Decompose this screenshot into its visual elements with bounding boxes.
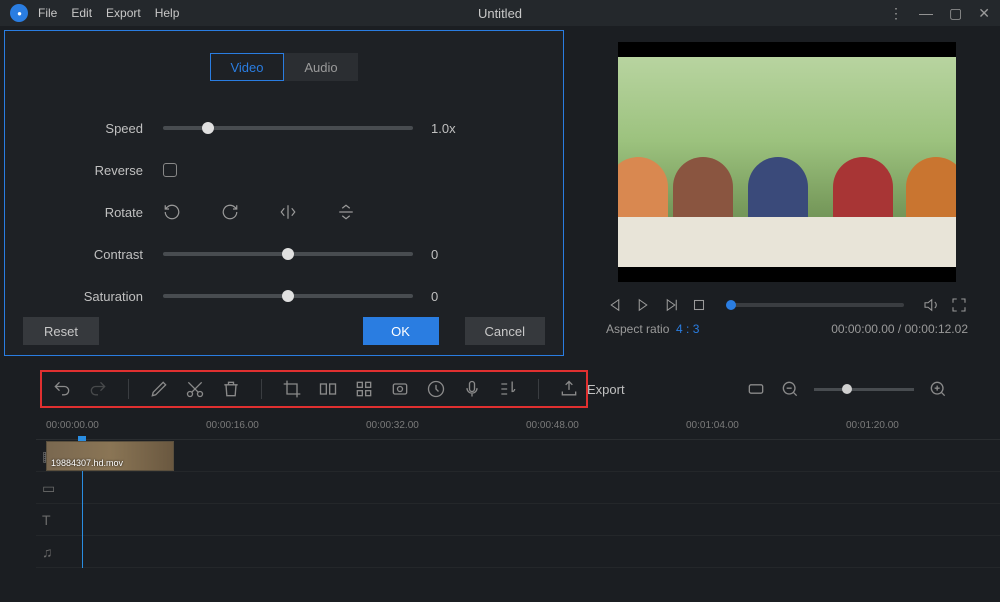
ruler-mark: 00:01:04.00 [686,420,739,431]
timeline-ruler[interactable]: 00:00:00.00 00:00:16.00 00:00:32.00 00:0… [36,418,1000,440]
aspect-ratio-value[interactable]: 4 : 3 [676,322,699,336]
edit-dialog: Video Audio Speed 1.0x Reverse Rotate [4,30,564,356]
audio-track[interactable] [36,536,1000,568]
menu-help[interactable]: Help [155,6,180,20]
export-icon [559,379,579,399]
fullscreen-icon[interactable] [950,296,968,314]
speed-label: Speed [5,121,163,136]
undo-icon[interactable] [52,379,72,399]
ok-button[interactable]: OK [363,317,439,345]
menu-file[interactable]: File [38,6,57,20]
tab-audio[interactable]: Audio [284,53,358,81]
tab-video[interactable]: Video [210,53,284,81]
audio-track-icon[interactable]: ♫ [42,544,68,560]
reverse-checkbox[interactable] [163,163,177,177]
speed-slider[interactable] [163,126,413,130]
contrast-label: Contrast [5,247,163,262]
contrast-slider[interactable] [163,252,413,256]
contrast-value: 0 [431,247,491,262]
menu-edit[interactable]: Edit [71,6,92,20]
app-logo [10,4,28,22]
maximize-icon[interactable]: ▢ [949,5,962,22]
duration-icon[interactable] [426,379,446,399]
saturation-label: Saturation [5,289,163,304]
aspect-ratio-label: Aspect ratio [606,322,669,336]
text-to-speech-icon[interactable] [498,379,518,399]
crop-icon[interactable] [282,379,302,399]
saturation-value: 0 [431,289,491,304]
edit-icon[interactable] [149,379,169,399]
close-icon[interactable]: ✕ [978,5,990,22]
next-frame-icon[interactable] [662,296,680,314]
prev-frame-icon[interactable] [606,296,624,314]
reverse-label: Reverse [5,163,163,178]
cut-icon[interactable] [185,379,205,399]
saturation-slider[interactable] [163,294,413,298]
rotate-cw-icon[interactable] [221,203,239,221]
mosaic-icon[interactable] [354,379,374,399]
export-button[interactable]: Export [559,379,625,399]
ruler-mark: 00:00:16.00 [206,420,259,431]
menu-export[interactable]: Export [106,6,141,20]
video-track[interactable]: 19884307.hd.mov [36,440,1000,472]
preview-viewport [618,42,956,282]
fit-icon[interactable] [746,379,766,399]
text-track[interactable] [36,504,1000,536]
zoom-in-icon[interactable] [928,379,948,399]
split-icon[interactable] [318,379,338,399]
delete-icon[interactable] [221,379,241,399]
record-icon[interactable] [390,379,410,399]
preview-frame [618,57,956,267]
play-icon[interactable] [634,296,652,314]
cancel-button[interactable]: Cancel [465,317,545,345]
video-clip[interactable]: 19884307.hd.mov [46,441,174,471]
preview-progress[interactable] [726,303,904,307]
redo-icon[interactable] [88,379,108,399]
titlebar: File Edit Export Help Untitled ⋮ — ▢ ✕ [0,0,1000,26]
speed-value: 1.0x [431,121,491,136]
ruler-mark: 00:00:00.00 [46,420,99,431]
pip-track-icon[interactable]: ▭ [42,480,68,497]
more-icon[interactable]: ⋮ [889,5,903,22]
zoom-slider[interactable] [814,388,914,391]
text-track-icon[interactable]: T [42,512,68,528]
minimize-icon[interactable]: — [919,5,933,22]
preview-time: 00:00:00.00 / 00:00:12.02 [831,322,968,336]
reset-button[interactable]: Reset [23,317,99,345]
flip-horizontal-icon[interactable] [279,203,297,221]
rotate-ccw-icon[interactable] [163,203,181,221]
voiceover-icon[interactable] [462,379,482,399]
ruler-mark: 00:00:48.00 [526,420,579,431]
pip-track[interactable] [36,472,1000,504]
timeline: 00:00:00.00 00:00:16.00 00:00:32.00 00:0… [0,418,1000,568]
zoom-out-icon[interactable] [780,379,800,399]
ruler-mark: 00:01:20.00 [846,420,899,431]
clip-label: 19884307.hd.mov [47,456,127,470]
ruler-mark: 00:00:32.00 [366,420,419,431]
rotate-label: Rotate [5,205,163,220]
flip-vertical-icon[interactable] [337,203,355,221]
volume-icon[interactable] [922,296,940,314]
stop-icon[interactable] [690,296,708,314]
